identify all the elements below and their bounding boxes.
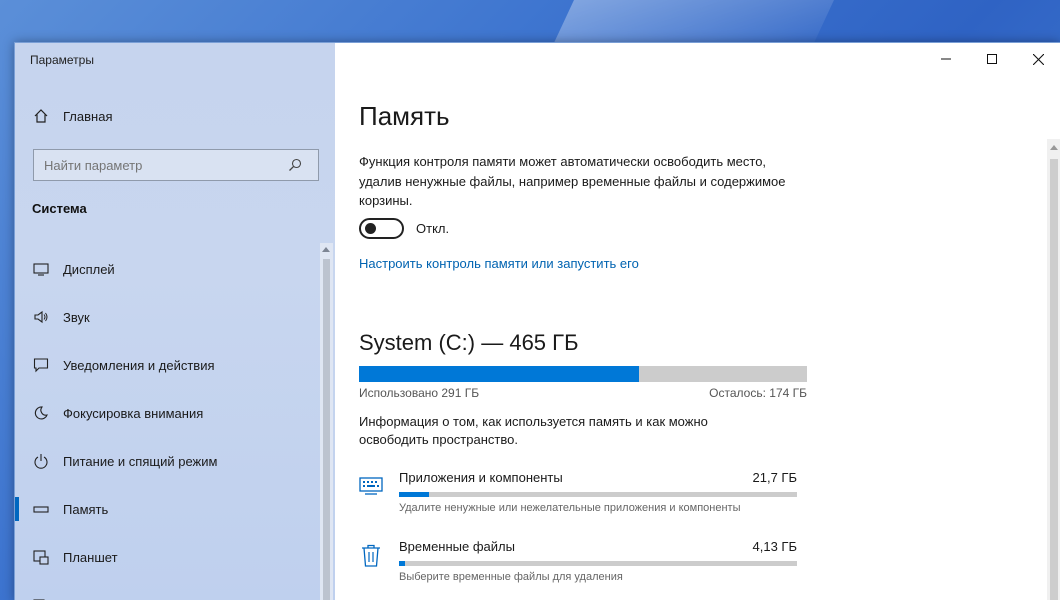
category-usage-bar: [399, 492, 797, 497]
sidebar-item-label: Звук: [63, 309, 90, 325]
sidebar-item-storage[interactable]: Память: [15, 485, 320, 533]
maximize-button[interactable]: [969, 43, 1015, 75]
scroll-up-icon[interactable]: [322, 247, 330, 252]
tablet-icon: [33, 549, 49, 565]
sidebar: Параметры Главная Система Дисплей: [15, 43, 335, 600]
drive-title: System (C:) — 465 ГБ: [359, 330, 579, 355]
minimize-button[interactable]: [923, 43, 969, 75]
sidebar-item-label: Планшет: [63, 549, 118, 565]
page-title: Память: [359, 101, 450, 131]
active-indicator: [15, 497, 19, 521]
sidebar-item-focus-assist[interactable]: Фокусировка внимания: [15, 389, 320, 437]
window-controls: [923, 43, 1060, 75]
toggle-state-label: Откл.: [416, 221, 450, 236]
category-description: Удалите ненужные или нежелательные прило…: [399, 502, 741, 514]
drive-usage-bar[interactable]: [359, 366, 807, 382]
search-box[interactable]: [33, 149, 319, 181]
settings-window: Параметры Главная Система Дисплей: [14, 42, 1060, 600]
category-usage-fill: [399, 492, 429, 497]
maximize-icon: [987, 54, 997, 64]
search-icon[interactable]: [288, 158, 302, 172]
search-input[interactable]: [34, 157, 284, 173]
window-title: Параметры: [30, 53, 94, 67]
sidebar-item-sound[interactable]: Звук: [15, 293, 320, 341]
sidebar-scrollbar[interactable]: [320, 243, 333, 600]
sidebar-nav: Дисплей Звук Уведомления и действия Фоку…: [15, 245, 320, 600]
storage-sense-description: Функция контроля памяти может автоматиче…: [359, 154, 786, 208]
usage-info-text: Информация о том, как используется памят…: [359, 414, 708, 447]
category-usage-fill: [399, 561, 405, 566]
sidebar-item-tablet[interactable]: Планшет: [15, 533, 320, 581]
scrollbar-thumb[interactable]: [1050, 159, 1058, 600]
home-icon: [34, 109, 48, 123]
sidebar-item-multitasking[interactable]: М: [15, 581, 320, 600]
scrollbar-thumb[interactable]: [323, 259, 330, 600]
storage-icon: [33, 501, 49, 517]
close-button[interactable]: [1015, 43, 1060, 75]
sidebar-item-label: Память: [63, 501, 109, 517]
sidebar-item-label: Фокусировка внимания: [63, 405, 204, 421]
power-icon: [33, 453, 49, 469]
sidebar-item-power[interactable]: Питание и спящий режим: [15, 437, 320, 485]
sidebar-item-label: Уведомления и действия: [63, 357, 215, 373]
sidebar-item-label: Главная: [63, 108, 113, 124]
category-name: Приложения и компоненты: [399, 470, 563, 485]
category-temp-files[interactable]: Временные файлы 4,13 ГБ Выберите временн…: [359, 539, 809, 599]
drive-usage-fill: [359, 366, 640, 382]
category-name: Временные файлы: [399, 539, 515, 554]
category-size: 4,13 ГБ: [752, 539, 797, 554]
category-apps[interactable]: Приложения и компоненты 21,7 ГБ Удалите …: [359, 470, 809, 530]
scroll-up-icon[interactable]: [1050, 145, 1058, 150]
category-size: 21,7 ГБ: [752, 470, 797, 485]
toggle-knob: [365, 223, 376, 234]
sidebar-item-notifications[interactable]: Уведомления и действия: [15, 341, 320, 389]
minimize-icon: [941, 58, 951, 60]
sidebar-item-label: Питание и спящий режим: [63, 453, 218, 469]
sidebar-item-home[interactable]: Главная: [15, 101, 335, 131]
category-description: Выберите временные файлы для удаления: [399, 571, 623, 583]
free-space-label: Осталось: 174 ГБ: [709, 386, 807, 400]
notifications-icon: [33, 357, 49, 373]
display-icon: [33, 261, 49, 277]
close-icon: [1032, 53, 1044, 65]
sidebar-item-label: Дисплей: [63, 261, 115, 277]
configure-storage-sense-link[interactable]: Настроить контроль памяти или запустить …: [359, 256, 639, 271]
category-usage-bar: [399, 561, 797, 566]
storage-sense-toggle[interactable]: [359, 218, 404, 239]
focus-assist-icon: [33, 405, 49, 421]
section-title: Система: [32, 201, 87, 216]
trash-icon: [362, 544, 380, 567]
apps-keyboard-icon: [359, 477, 383, 495]
sound-icon: [33, 309, 49, 325]
sidebar-item-display[interactable]: Дисплей: [15, 245, 320, 293]
main-scrollbar[interactable]: [1047, 139, 1060, 600]
main-content: Память Функция контроля памяти может авт…: [335, 43, 1060, 600]
